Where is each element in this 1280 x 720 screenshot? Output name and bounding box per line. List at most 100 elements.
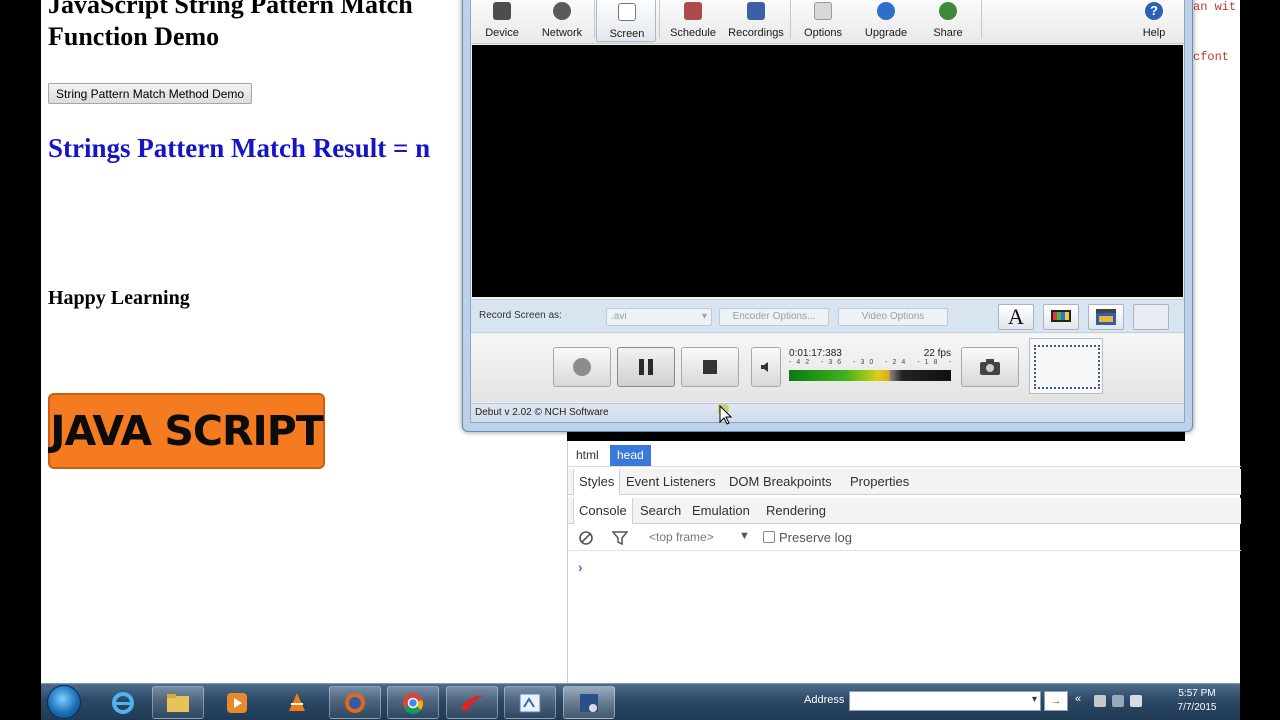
debut-client-area: Device Network Screen Schedule Recording… — [470, 0, 1185, 423]
drawer-tabs: Console Search Emulation Rendering — [568, 498, 1241, 524]
format-select[interactable]: .avi ▾ — [606, 308, 712, 326]
stop-icon — [703, 360, 717, 374]
tab-rendering[interactable]: Rendering — [761, 498, 831, 524]
screen-button[interactable]: Screen — [596, 0, 656, 42]
tray-volume-icon[interactable] — [1130, 695, 1142, 707]
go-button[interactable]: → — [1044, 691, 1068, 711]
taskbar-editor[interactable] — [504, 686, 556, 719]
system-clock[interactable]: 5:57 PM 7/7/2015 — [1163, 687, 1231, 715]
device-icon — [493, 2, 511, 20]
options-button[interactable]: Options — [794, 0, 852, 42]
recording-controls: 0:01:17:383 22 fps -42 -36 -30 -24 -18 -… — [471, 334, 1184, 402]
clock-date: 7/7/2015 — [1177, 702, 1217, 713]
debut-recorder-window: Device Network Screen Schedule Recording… — [462, 0, 1193, 432]
share-button[interactable]: Share — [919, 0, 977, 42]
pause-button[interactable] — [617, 347, 675, 387]
text-caption-icon: A — [1008, 304, 1024, 329]
recordings-button[interactable]: Recordings — [724, 0, 788, 42]
color-monitor-icon — [1051, 310, 1071, 322]
stop-button[interactable] — [681, 347, 739, 387]
tab-styles[interactable]: Styles — [573, 469, 621, 495]
frame-select[interactable]: <top frame> — [649, 530, 714, 544]
text-caption-button[interactable]: A — [998, 304, 1034, 330]
taskbar-firefox[interactable] — [329, 686, 381, 719]
device-button[interactable]: Device — [473, 0, 531, 42]
recording-timer: 0:01:17:383 — [789, 348, 842, 359]
debut-app-icon — [580, 693, 598, 712]
record-icon — [573, 358, 591, 376]
schedule-icon — [684, 2, 702, 20]
taskbar-ie[interactable] — [97, 686, 149, 719]
upgrade-button[interactable]: Upgrade — [857, 0, 915, 42]
tab-properties[interactable]: Properties — [845, 469, 914, 495]
tray-flag-icon[interactable] — [1094, 695, 1106, 707]
tray-expand-icon[interactable]: « — [1075, 693, 1081, 705]
start-button[interactable] — [47, 685, 81, 719]
clapper-icon — [1096, 309, 1116, 325]
pause-icon — [639, 359, 653, 375]
tray-network-icon[interactable] — [1112, 695, 1124, 707]
network-label: Network — [541, 27, 583, 39]
code-editor-strip: an wit cfont — [1185, 0, 1240, 441]
tab-dom-breakpoints[interactable]: DOM Breakpoints — [724, 469, 837, 495]
level-meter: 0:01:17:383 22 fps -42 -36 -30 -24 -18 -… — [787, 347, 955, 387]
taskbar-vlc[interactable] — [271, 686, 323, 719]
help-button[interactable]: ? Help — [1125, 0, 1183, 42]
breadcrumb: html head — [568, 443, 1241, 467]
taskbar: Address ▾ → « 5:57 PM 7/7/2015 — [41, 683, 1240, 720]
console-prompt[interactable]: › — [578, 559, 583, 575]
page-heading-line1: JavaScript String Pattern Match — [48, 0, 413, 19]
taskbar-media-player[interactable] — [211, 686, 263, 719]
snapshot-button[interactable] — [961, 347, 1019, 387]
video-options-button[interactable]: Video Options — [838, 308, 948, 326]
tab-emulation[interactable]: Emulation — [687, 498, 755, 524]
taskbar-explorer[interactable] — [152, 686, 204, 719]
firefox-icon — [345, 692, 365, 713]
page-heading-line2: Function Demo — [48, 22, 220, 51]
upgrade-label: Upgrade — [864, 27, 908, 39]
elements-sidebar-tabs: Styles Event Listeners DOM Breakpoints P… — [568, 469, 1241, 495]
speaker-icon — [761, 362, 768, 372]
pattern-match-demo-button[interactable]: String Pattern Match Method Demo — [48, 83, 253, 104]
taskbar-chrome[interactable] — [387, 686, 439, 719]
format-value: .avi — [611, 311, 627, 322]
clock-time: 5:57 PM — [1178, 688, 1216, 699]
preserve-log-checkbox[interactable] — [763, 531, 775, 543]
crumb-head[interactable]: head — [610, 445, 651, 466]
toolbar-separator — [594, 0, 595, 38]
chevron-down-icon[interactable]: ▼ — [739, 530, 750, 542]
vlc-icon — [289, 692, 305, 711]
capture-region-preview[interactable] — [1029, 338, 1103, 394]
devtools-panel: html head Styles Event Listeners DOM Bre… — [567, 441, 1241, 683]
video-effects-button[interactable] — [1088, 304, 1124, 330]
share-icon — [939, 2, 957, 20]
screen-icon — [618, 3, 636, 21]
tab-search[interactable]: Search — [635, 498, 686, 524]
tab-event-listeners[interactable]: Event Listeners — [621, 469, 721, 495]
overlay-button[interactable] — [1133, 304, 1169, 330]
crumb-html[interactable]: html — [569, 445, 606, 466]
camera-icon — [980, 359, 1000, 375]
schedule-button[interactable]: Schedule — [664, 0, 722, 42]
level-ticks: -42 -36 -30 -24 -18 -12 -6 0 — [789, 359, 951, 366]
filter-icon[interactable] — [612, 530, 628, 546]
status-bar: Debut v 2.02 © NCH Software — [471, 403, 1184, 422]
screen-label: Screen — [609, 28, 645, 40]
toolbar-separator — [981, 0, 982, 38]
tab-console[interactable]: Console — [573, 498, 633, 524]
color-adjust-button[interactable] — [1043, 304, 1079, 330]
address-input[interactable]: ▾ — [849, 691, 1041, 711]
address-label: Address — [804, 694, 845, 706]
clear-console-icon[interactable] — [578, 530, 594, 546]
volume-button[interactable] — [751, 347, 781, 387]
capture-region-outline — [1034, 345, 1100, 389]
level-bar — [789, 370, 951, 381]
record-button[interactable] — [553, 347, 611, 387]
taskbar-app-red[interactable] — [446, 686, 498, 719]
taskbar-debut[interactable] — [563, 686, 615, 719]
schedule-label: Schedule — [670, 27, 716, 39]
network-button[interactable]: Network — [533, 0, 591, 42]
red-swoosh-icon — [461, 695, 483, 711]
javascript-logo: JAVA SCRIPT — [48, 393, 325, 469]
encoder-options-button[interactable]: Encoder Options... — [719, 308, 829, 326]
